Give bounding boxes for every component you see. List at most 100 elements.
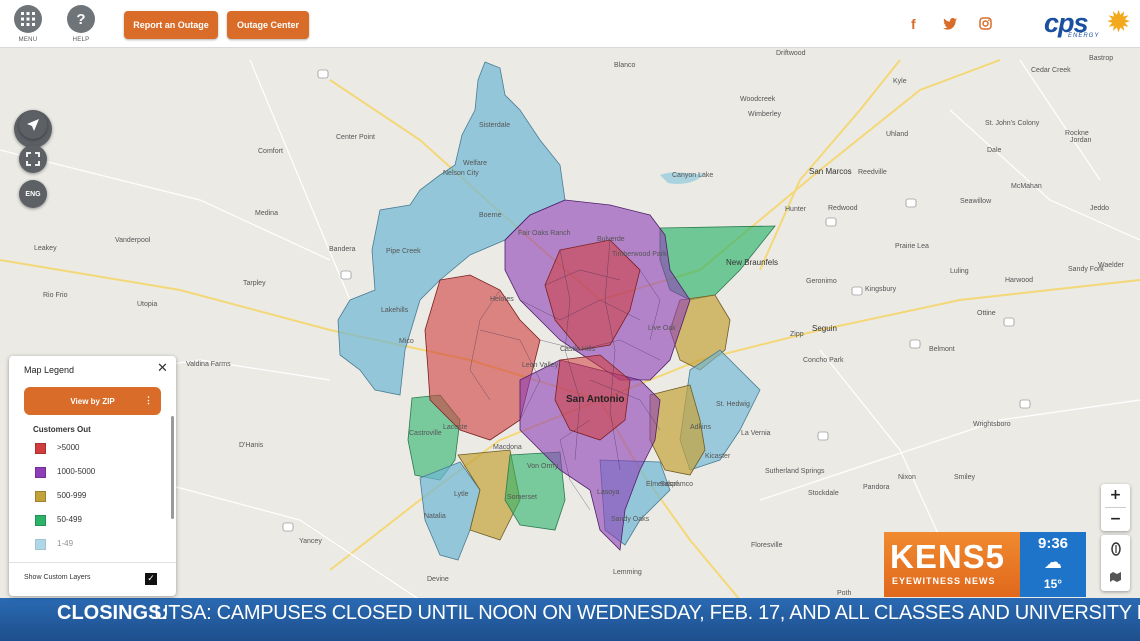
- place-label: Castroville: [409, 430, 442, 437]
- ticker-text: UTSA: CAMPUSES CLOSED UNTIL NOON ON WEDN…: [154, 602, 1140, 624]
- place-label: Yancey: [299, 538, 322, 545]
- place-label: Driftwood: [776, 50, 806, 57]
- place-label: Pipe Creek: [386, 248, 421, 255]
- place-label: Lytle: [454, 491, 469, 498]
- territory-cyan-southwest: [419, 461, 481, 561]
- place-label: Tarpley: [243, 280, 266, 287]
- place-label: Poth: [837, 590, 852, 597]
- place-label: Lakehills: [381, 307, 409, 314]
- legend-label: >5000: [57, 443, 80, 452]
- zoom-control: + −: [1101, 484, 1130, 531]
- twitter-icon[interactable]: [943, 17, 957, 33]
- place-label: Cedar Creek: [1031, 67, 1071, 74]
- legend-label: 50-499: [57, 515, 82, 524]
- place-label: D'Hanis: [239, 442, 264, 449]
- place-label: Jordan: [1070, 137, 1092, 144]
- help-icon[interactable]: ?: [67, 5, 95, 33]
- zoom-out-button[interactable]: −: [1101, 508, 1130, 531]
- place-label: Floresville: [751, 542, 783, 549]
- place-label: La Vernia: [741, 430, 771, 437]
- place-label: Macdona: [493, 444, 522, 451]
- zoom-in-button[interactable]: +: [1101, 484, 1130, 507]
- grid-icon: [21, 12, 35, 26]
- kens5-tagline: EYEWITNESS NEWS: [892, 576, 996, 586]
- place-label: Nixon: [898, 474, 916, 481]
- locate-icon: [27, 119, 39, 131]
- place-label: Stockdale: [808, 490, 839, 497]
- place-label: Sutherland Springs: [765, 468, 825, 475]
- place-label: Lasoya: [597, 489, 620, 496]
- place-label: Natalia: [424, 513, 446, 520]
- place-label: Utopia: [137, 301, 158, 308]
- news-ticker: CLOSINGS: UTSA: CAMPUSES CLOSED UNTIL NO…: [0, 598, 1140, 641]
- place-label: Mico: [399, 338, 414, 345]
- star-icon: ✹: [1106, 5, 1132, 40]
- place-label: San Marcos: [809, 167, 852, 176]
- place-label: Wrightsboro: [973, 421, 1011, 428]
- temperature: 15°: [1043, 577, 1063, 591]
- more-options-icon[interactable]: ⋮: [144, 395, 153, 406]
- legend-item: 50-499: [33, 513, 163, 527]
- street-view-button[interactable]: [1101, 535, 1130, 563]
- place-label: McMahan: [1011, 183, 1042, 190]
- place-label: Zipp: [790, 331, 804, 338]
- place-label: Timberwood Park: [612, 251, 667, 258]
- legend-label: 500-999: [57, 491, 87, 500]
- menu-icon[interactable]: [14, 5, 42, 33]
- place-label: St. Hedwig: [716, 401, 750, 408]
- place-label: Blanco: [614, 62, 636, 69]
- show-custom-layers-checkbox[interactable]: ✓: [145, 573, 157, 585]
- city-label: San Antonio: [566, 394, 625, 405]
- legend-item: >5000: [33, 441, 163, 455]
- place-label: Adkins: [690, 424, 712, 431]
- place-label: Pandora: [863, 484, 890, 491]
- place-label: Woodcreek: [740, 96, 776, 103]
- cloud-icon: ☁: [1044, 552, 1062, 573]
- place-label: Kingsbury: [865, 286, 897, 293]
- close-icon[interactable]: ✕: [157, 361, 168, 376]
- place-label: Medina: [255, 210, 278, 217]
- place-label: Rockne: [1065, 130, 1089, 137]
- fullscreen-button[interactable]: [19, 145, 47, 173]
- place-label: Jeddo: [1090, 205, 1110, 212]
- locate-button[interactable]: [19, 111, 47, 139]
- place-label: Leon Valley: [522, 362, 559, 369]
- place-label: Smiley: [954, 474, 976, 481]
- customers-out-heading: Customers Out: [33, 425, 91, 434]
- map-legend: Map Legend ✕ View by ZIP ⋮ Customers Out…: [9, 356, 176, 596]
- place-label: Bulverde: [597, 236, 625, 243]
- legend-swatch: [35, 539, 46, 550]
- place-label: Redwood: [828, 205, 858, 212]
- instagram-icon[interactable]: [979, 17, 992, 33]
- language-button[interactable]: ENG: [19, 180, 47, 208]
- place-label: Wimberley: [748, 111, 782, 118]
- layers-button[interactable]: [1101, 563, 1130, 591]
- place-label: Lemming: [613, 569, 642, 576]
- place-label: Vanderpool: [115, 237, 151, 244]
- kens5-logo: KENS5: [890, 538, 1006, 575]
- view-by-zip-button[interactable]: View by ZIP ⋮: [24, 387, 161, 415]
- map-layers-icon: [1110, 572, 1121, 582]
- outage-center-button[interactable]: Outage Center: [227, 11, 309, 39]
- legend-scrollbar[interactable]: [171, 416, 174, 519]
- place-label: New Braunfels: [726, 258, 779, 267]
- view-by-zip-label: View by ZIP: [70, 396, 115, 406]
- place-label: Uhland: [886, 131, 909, 138]
- legend-label: 1000-5000: [57, 467, 96, 476]
- legend-title: Map Legend: [24, 365, 75, 375]
- pegman-icon: [1110, 542, 1121, 556]
- place-label: Seguin: [812, 324, 837, 333]
- place-label: Rio Frio: [43, 292, 68, 299]
- cps-energy-logo[interactable]: cps ENERGY ✹: [1044, 8, 1136, 42]
- place-label: Harwood: [1005, 277, 1034, 284]
- place-label: Valdina Farms: [186, 361, 231, 368]
- menu-caption: MENU: [18, 37, 38, 43]
- fullscreen-icon: [26, 152, 40, 166]
- place-label: Belmont: [929, 346, 955, 353]
- legend-swatch: [35, 467, 46, 478]
- facebook-icon[interactable]: f: [911, 16, 916, 32]
- place-label: Ottine: [977, 310, 996, 317]
- map-tools: [1101, 535, 1130, 591]
- place-label: Sisterdale: [479, 122, 511, 129]
- report-outage-button[interactable]: Report an Outage: [124, 11, 218, 39]
